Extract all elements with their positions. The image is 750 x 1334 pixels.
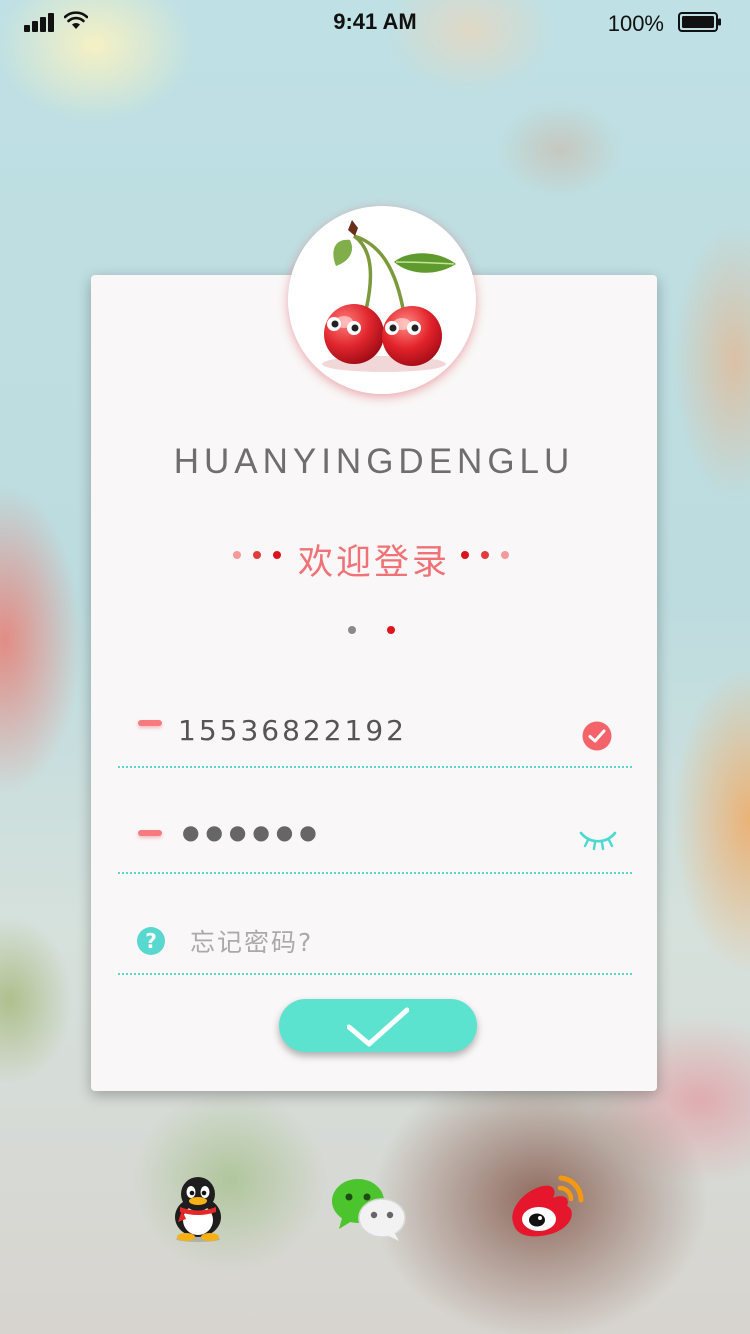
wechat-icon[interactable] — [330, 1174, 410, 1244]
page-indicator — [346, 626, 406, 636]
page-dot-active[interactable] — [387, 626, 395, 634]
page-dot[interactable] — [348, 626, 356, 634]
divider — [118, 973, 632, 975]
password-field — [118, 814, 632, 874]
welcome-title: 欢迎登录 — [297, 543, 450, 583]
qq-icon[interactable] — [160, 1174, 240, 1244]
eye-closed-icon[interactable] — [578, 828, 618, 852]
subtitle-pinyin: HUANYINGDENGLU — [173, 442, 575, 481]
divider — [118, 872, 632, 874]
phone-input[interactable] — [178, 714, 558, 747]
login-screen: 9:41 AM 100% HUANYINGDENGLU 欢迎登录 1553682… — [0, 0, 750, 1334]
battery-percent: 100% — [607, 11, 664, 36]
dash-icon — [138, 720, 162, 726]
weibo-icon[interactable] — [505, 1174, 585, 1244]
welcome-heading: 欢迎登录 — [91, 530, 657, 583]
decor-dot — [481, 551, 489, 559]
forgot-password-row[interactable]: ? 忘记密码? — [118, 915, 632, 975]
password-input[interactable] — [182, 820, 482, 844]
login-submit-button[interactable] — [279, 999, 477, 1052]
checkmark-icon — [347, 1007, 409, 1047]
dash-icon — [138, 830, 162, 836]
phone-field — [118, 708, 632, 768]
status-bar: 9:41 AM 100% — [0, 0, 750, 44]
help-icon: ? — [137, 927, 165, 955]
forgot-password-link[interactable]: 忘记密码? — [190, 923, 313, 959]
decor-dot — [461, 551, 469, 559]
decor-dot — [501, 551, 509, 559]
battery-icon — [678, 12, 721, 32]
check-icon — [582, 721, 612, 751]
cherry-logo-icon — [288, 206, 476, 394]
divider — [118, 766, 632, 768]
